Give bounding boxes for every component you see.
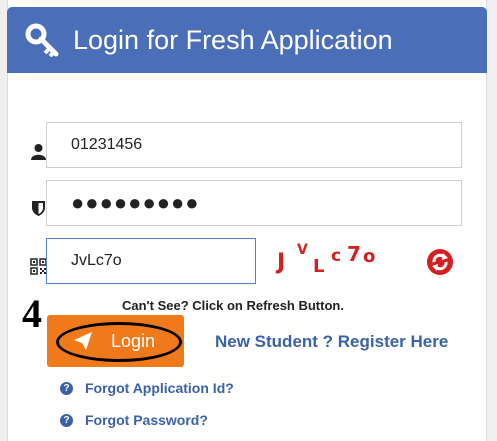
page-title: Login for Fresh Application [73, 24, 393, 55]
register-link[interactable]: New Student ? Register Here [215, 332, 448, 352]
shield-icon [32, 201, 45, 216]
captcha-char: L [313, 256, 325, 277]
forgot-application-id-link[interactable]: ? Forgot Application Id? [60, 380, 234, 396]
password-field[interactable]: ●●●●●●●●● [46, 180, 462, 226]
refresh-icon[interactable] [426, 248, 454, 276]
login-header: Login for Fresh Application [7, 7, 487, 73]
user-icon [31, 144, 46, 160]
captcha-char: 7 [347, 242, 361, 266]
captcha-input[interactable]: JvLc7o [46, 238, 256, 284]
forgot-application-id-label: Forgot Application Id? [85, 380, 234, 396]
question-icon: ? [60, 381, 73, 395]
login-button-label: Login [111, 331, 156, 351]
captcha-char: c [331, 246, 342, 266]
forgot-password-link[interactable]: ? Forgot Password? [60, 412, 208, 428]
question-icon: ? [60, 413, 73, 427]
captcha-char: J [277, 250, 286, 275]
application-id-input[interactable]: 01231456 [46, 122, 462, 168]
captcha-image: J V L c 7 o [275, 240, 385, 280]
key-icon [25, 23, 59, 57]
forgot-password-label: Forgot Password? [85, 412, 208, 428]
captcha-char: V [297, 242, 308, 258]
paper-plane-icon [74, 332, 92, 350]
captcha-hint: Can't See? Click on Refresh Button. [122, 298, 344, 313]
captcha-char: o [363, 246, 376, 267]
step-number-annotation: 4 [22, 291, 42, 336]
qrcode-icon [30, 258, 47, 275]
login-button[interactable]: Login [47, 315, 184, 367]
